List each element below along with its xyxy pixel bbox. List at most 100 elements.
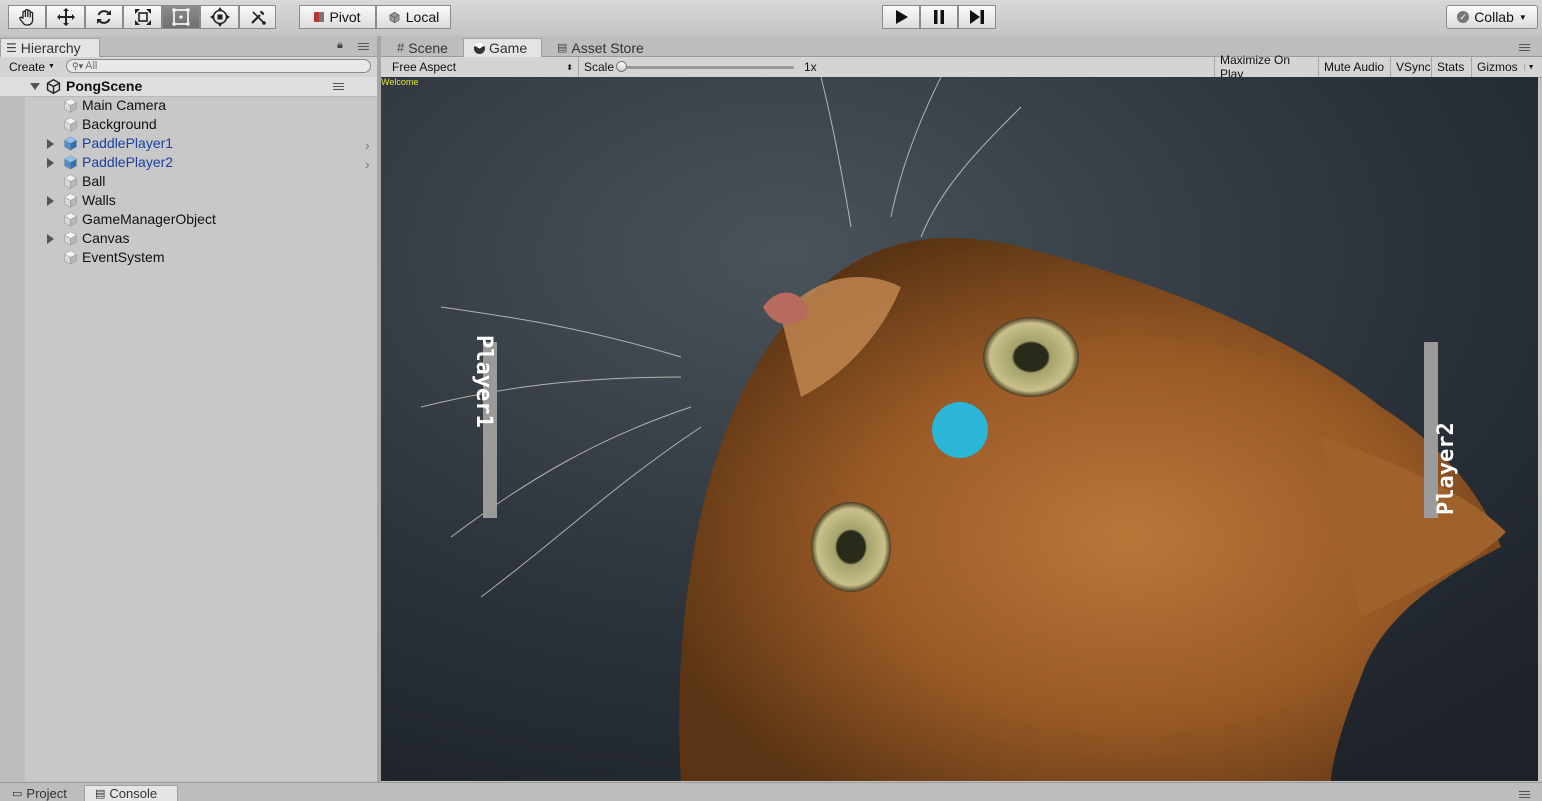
rotate-tool-button[interactable] bbox=[85, 5, 123, 29]
hierarchy-item-label: GameManagerObject bbox=[82, 211, 216, 227]
wrench-icon bbox=[250, 10, 266, 25]
scale-tool-button[interactable] bbox=[123, 5, 162, 29]
move-tool-button[interactable] bbox=[46, 5, 85, 29]
gameobject-cube-icon bbox=[64, 212, 77, 227]
panel-menu-icon[interactable] bbox=[358, 43, 369, 51]
hierarchy-item-label: Canvas bbox=[82, 230, 130, 246]
hierarchy-item[interactable]: Walls bbox=[0, 191, 377, 210]
chevron-down-icon: ▼ bbox=[1518, 12, 1527, 22]
hierarchy-item-label: PaddlePlayer2 bbox=[82, 154, 174, 170]
stats-label: Stats bbox=[1437, 60, 1465, 74]
tab-game-label: Game bbox=[489, 40, 528, 56]
lock-icon[interactable]: 🔒︎ bbox=[337, 39, 343, 52]
vsync-toggle[interactable]: VSync bbox=[1390, 57, 1431, 77]
hierarchy-item[interactable]: EventSystem bbox=[0, 248, 377, 267]
scale-slider-thumb[interactable] bbox=[616, 61, 627, 72]
hierarchy-item-label: EventSystem bbox=[82, 249, 165, 265]
transform-tool-button[interactable] bbox=[200, 5, 239, 29]
tab-scene[interactable]: # Scene bbox=[387, 38, 458, 57]
scale-label: Scale bbox=[584, 60, 615, 74]
play-button[interactable] bbox=[882, 5, 920, 29]
scale-slider-track[interactable] bbox=[621, 66, 794, 69]
custom-tool-button[interactable] bbox=[239, 5, 276, 29]
hierarchy-item[interactable]: Background bbox=[0, 115, 377, 134]
pivot-icon bbox=[314, 12, 325, 22]
rect-tool-button[interactable] bbox=[162, 5, 200, 29]
check-circle-icon: ✓ bbox=[1457, 11, 1470, 23]
fold-arrow-icon[interactable] bbox=[47, 158, 54, 168]
scale-icon bbox=[134, 9, 151, 25]
list-icon: ☰ bbox=[6, 41, 17, 55]
local-toggle[interactable]: Local bbox=[376, 5, 451, 29]
collab-label: Collab bbox=[1474, 9, 1514, 25]
scene-name: PongScene bbox=[66, 78, 143, 94]
dropdown-arrow-icon: ▼ bbox=[1523, 63, 1535, 71]
scale-value: 1x bbox=[804, 60, 817, 74]
tab-asset-store[interactable]: ▤ Asset Store bbox=[547, 38, 654, 57]
chevron-right-icon[interactable]: › bbox=[365, 137, 370, 153]
pivot-toggle[interactable]: Pivot bbox=[299, 5, 376, 29]
chevron-right-icon[interactable]: › bbox=[365, 156, 370, 172]
bottom-tabbar: ▭ Project ▤ Console bbox=[0, 782, 1542, 801]
dropdown-arrow-icon: ▼ bbox=[48, 63, 55, 70]
ball bbox=[932, 402, 988, 458]
stats-toggle[interactable]: Stats bbox=[1431, 57, 1471, 77]
hand-tool-button[interactable] bbox=[8, 5, 46, 29]
player2-label: Player2 bbox=[1434, 422, 1459, 515]
scale-control: Scale 1x bbox=[578, 57, 1214, 77]
pause-button[interactable] bbox=[920, 5, 958, 29]
hand-icon bbox=[19, 9, 34, 26]
hierarchy-item[interactable]: PaddlePlayer2 › bbox=[0, 153, 377, 172]
hierarchy-item[interactable]: Main Camera bbox=[0, 96, 377, 115]
tab-hierarchy-label: Hierarchy bbox=[20, 40, 81, 56]
hierarchy-item[interactable]: GameManagerObject bbox=[0, 210, 377, 229]
fold-open-icon[interactable] bbox=[30, 83, 40, 90]
pivot-label: Pivot bbox=[329, 9, 361, 25]
store-icon: ▤ bbox=[557, 42, 568, 54]
hierarchy-item[interactable]: PaddlePlayer1 › bbox=[0, 134, 377, 153]
tab-hierarchy[interactable]: ☰ Hierarchy bbox=[0, 38, 100, 57]
prefab-cube-icon bbox=[64, 155, 77, 170]
hierarchy-item[interactable]: Ball bbox=[0, 172, 377, 191]
create-label: Create bbox=[9, 59, 46, 74]
hierarchy-item-label: Ball bbox=[82, 173, 106, 189]
hierarchy-item-label: Main Camera bbox=[82, 97, 167, 113]
tab-console-label: Console bbox=[109, 786, 158, 801]
hierarchy-item[interactable]: Canvas bbox=[0, 229, 377, 248]
aspect-dropdown[interactable]: Free Aspect ⬍ bbox=[387, 57, 578, 77]
bottom-panel-menu-icon[interactable] bbox=[1519, 791, 1530, 799]
scene-row[interactable]: PongScene bbox=[0, 77, 377, 97]
fold-arrow-icon[interactable] bbox=[47, 196, 54, 206]
step-button[interactable] bbox=[958, 5, 996, 29]
hierarchy-item-label: Walls bbox=[82, 192, 116, 208]
pacman-icon bbox=[474, 42, 485, 54]
fold-arrow-icon[interactable] bbox=[47, 139, 54, 149]
main-panel-menu-icon[interactable] bbox=[1519, 44, 1530, 52]
folder-icon: ▭ bbox=[12, 787, 23, 800]
scene-menu-icon[interactable] bbox=[333, 83, 344, 91]
transform-icon bbox=[209, 7, 230, 27]
rotate-icon bbox=[97, 10, 111, 24]
tab-project-label: Project bbox=[26, 785, 67, 801]
tab-game[interactable]: Game bbox=[463, 38, 542, 57]
tab-console[interactable]: ▤ Console bbox=[84, 785, 178, 801]
collab-button[interactable]: ✓ Collab ▼ bbox=[1446, 5, 1538, 29]
hierarchy-tabbar: ☰ Hierarchy 🔒︎ bbox=[0, 36, 378, 57]
tab-project[interactable]: ▭ Project bbox=[2, 785, 77, 801]
aspect-label: Free Aspect bbox=[392, 60, 457, 74]
hierarchy-search-field[interactable]: ⚲▾ All bbox=[66, 59, 371, 73]
gameobject-cube-icon bbox=[64, 193, 77, 208]
mute-audio-toggle[interactable]: Mute Audio bbox=[1318, 57, 1390, 77]
step-icon bbox=[970, 10, 984, 24]
create-dropdown[interactable]: Create ▼ bbox=[4, 58, 56, 75]
local-cube-icon bbox=[389, 11, 400, 23]
gameobject-cube-icon bbox=[64, 250, 77, 265]
maximize-on-play-toggle[interactable]: Maximize On Play bbox=[1214, 53, 1318, 81]
gameobject-cube-icon bbox=[64, 117, 77, 132]
tab-asset-store-label: Asset Store bbox=[571, 39, 644, 56]
fold-arrow-icon[interactable] bbox=[47, 234, 54, 244]
game-toolbar: Free Aspect ⬍ Scale 1x Maximize On Play … bbox=[381, 53, 1542, 81]
game-viewport[interactable]: Welcome Player1 Player2 bbox=[381, 77, 1538, 781]
grid-icon: # bbox=[397, 40, 405, 55]
gizmos-dropdown[interactable]: Gizmos ▼ bbox=[1471, 57, 1542, 77]
